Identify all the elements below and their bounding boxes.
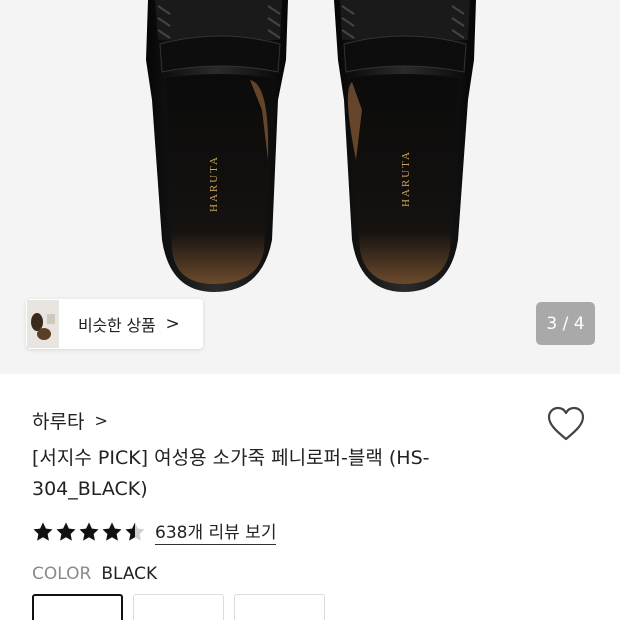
left-shoe: HARUTA (146, 0, 288, 292)
brand-mark-left: HARUTA (208, 155, 220, 212)
heart-outline-icon (547, 406, 585, 441)
product-title: [서지수 PICK] 여성용 소가죽 페니로퍼-블랙 (HS-304_BLACK… (32, 447, 430, 500)
color-value: BLACK (101, 564, 158, 584)
similar-products-button[interactable]: 비슷한 상품 > (26, 299, 203, 349)
brand-mark-right: HARUTA (400, 150, 412, 207)
color-swatches (32, 594, 335, 620)
similar-products-thumbnail (27, 300, 59, 348)
chevron-right-icon: > (165, 314, 180, 334)
color-swatch[interactable] (234, 594, 325, 620)
chevron-right-icon: > (94, 411, 108, 430)
brand-name: 하루타 (32, 411, 85, 433)
color-label: COLOR (32, 564, 92, 584)
product-image-gallery[interactable]: HARUTA HARUTA 비슷한 상품 > 3 / 4 (0, 0, 620, 374)
star-full-icon (79, 522, 99, 541)
image-counter: 3 / 4 (536, 302, 595, 345)
color-swatch[interactable] (32, 594, 123, 620)
wishlist-button[interactable] (547, 406, 585, 442)
star-half-icon (125, 522, 145, 541)
right-shoe: HARUTA (334, 0, 476, 292)
rating-row: 638개 리뷰 보기 (32, 518, 277, 545)
reviews-link[interactable]: 638개 리뷰 보기 (155, 518, 277, 545)
star-full-icon (56, 522, 76, 541)
star-full-icon (33, 522, 53, 541)
star-rating (32, 521, 147, 543)
color-swatch[interactable] (133, 594, 224, 620)
brand-link[interactable]: 하루타 > (32, 407, 108, 434)
similar-products-label: 비슷한 상품 (78, 316, 156, 335)
star-full-icon (102, 522, 122, 541)
color-option-row: COLOR BLACK (32, 564, 157, 584)
